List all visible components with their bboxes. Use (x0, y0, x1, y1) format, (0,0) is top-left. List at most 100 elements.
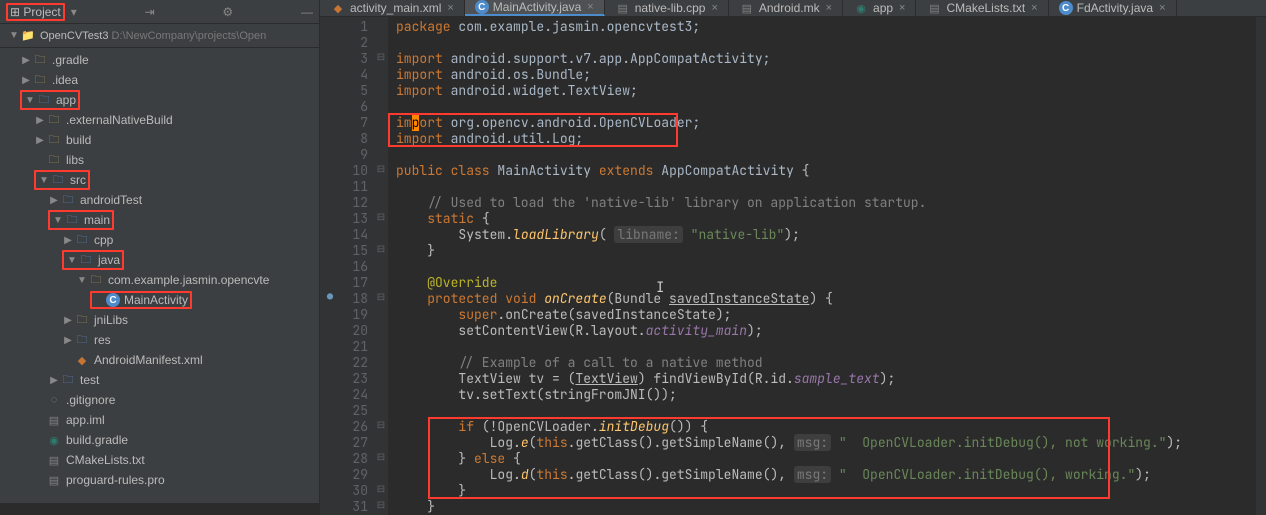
close-icon[interactable]: × (587, 1, 593, 13)
tree-item[interactable]: CMainActivity (0, 290, 319, 310)
tree-item[interactable]: ▶🗀test (0, 370, 319, 390)
code-line[interactable]: // Used to load the 'native-lib' library… (396, 195, 1258, 211)
tree-item[interactable]: ▶🗀res (0, 330, 319, 350)
tree-item[interactable]: ▶🗀androidTest (0, 190, 319, 210)
tree-item[interactable]: ▶🗀.externalNativeBuild (0, 110, 319, 130)
hide-icon[interactable]: — (301, 5, 313, 19)
tree-item[interactable]: ▤proguard-rules.pro (0, 470, 319, 490)
expand-arrow-icon[interactable]: ▶ (48, 195, 60, 206)
tree-item[interactable]: 🗀libs (0, 150, 319, 170)
code-line[interactable]: System.loadLibrary( libname: "native-lib… (396, 227, 1258, 243)
fold-toggle[interactable]: ⊟ (374, 417, 388, 433)
code-line[interactable] (396, 179, 1258, 195)
close-icon[interactable]: × (447, 2, 453, 14)
close-icon[interactable]: × (1159, 2, 1165, 14)
code-area[interactable]: I package com.example.jasmin.opencvtest3… (388, 17, 1266, 515)
fold-toggle[interactable]: ⊟ (374, 497, 388, 513)
expand-arrow-icon[interactable]: ▶ (34, 135, 46, 146)
editor-tab[interactable]: ◆activity_main.xml× (320, 0, 465, 16)
code-line[interactable]: tv.setText(stringFromJNI()); (396, 387, 1258, 403)
code-line[interactable]: } (396, 243, 1258, 259)
code-line[interactable]: import android.support.v7.app.AppCompatA… (396, 51, 1258, 67)
expand-arrow-icon[interactable]: ▼ (66, 255, 78, 266)
code-line[interactable] (396, 147, 1258, 163)
code-line[interactable]: package com.example.jasmin.opencvtest3; (396, 19, 1258, 35)
code-line[interactable]: static { (396, 211, 1258, 227)
close-icon[interactable]: × (899, 2, 905, 14)
editor-tab[interactable]: CMainActivity.java× (465, 0, 605, 16)
expand-arrow-icon[interactable]: ▶ (20, 55, 32, 66)
code-line[interactable]: super.onCreate(savedInstanceState); (396, 307, 1258, 323)
tree-item[interactable]: ◌.gitignore (0, 390, 319, 410)
project-tree[interactable]: ▶🗀.gradle▶🗀.idea▼🗀app▶🗀.externalNativeBu… (0, 48, 319, 503)
tree-item[interactable]: ▼🗀com.example.jasmin.opencvte (0, 270, 319, 290)
expand-arrow-icon[interactable]: ▶ (20, 75, 32, 86)
code-line[interactable]: } else { (396, 451, 1258, 467)
fold-gutter[interactable]: ⊟⊟⊟⊟⊟⊟⊟⊟⊟ (374, 17, 388, 515)
code-line[interactable] (396, 99, 1258, 115)
tree-item[interactable]: ▼🗀app (0, 90, 319, 110)
gear-icon[interactable]: ⚙ (222, 5, 233, 19)
code-line[interactable]: protected void onCreate(Bundle savedInst… (396, 291, 1258, 307)
fold-toggle[interactable]: ⊟ (374, 49, 388, 65)
code-line[interactable] (396, 403, 1258, 419)
tree-item[interactable]: ▶🗀jniLibs (0, 310, 319, 330)
tree-item[interactable]: ▶🗀.idea (0, 70, 319, 90)
project-root-row[interactable]: ▼ 📁 OpenCVTest3 D:\NewCompany\projects\O… (0, 24, 319, 48)
fold-toggle[interactable]: ⊟ (374, 241, 388, 257)
tree-item[interactable]: ▼🗀main (0, 210, 319, 230)
code-line[interactable]: import android.os.Bundle; (396, 67, 1258, 83)
code-line[interactable]: Log.d(this.getClass().getSimpleName(), m… (396, 467, 1258, 483)
expand-arrow-icon[interactable]: ▶ (48, 375, 60, 386)
editor[interactable]: ● 12345678910111213141516171819202122232… (320, 17, 1266, 515)
fold-toggle[interactable]: ⊟ (374, 161, 388, 177)
code-line[interactable]: TextView tv = (TextView) findViewById(R.… (396, 371, 1258, 387)
expand-arrow-icon[interactable]: ▼ (24, 95, 36, 106)
expand-arrow-icon[interactable]: ▼ (8, 30, 20, 41)
code-line[interactable]: setContentView(R.layout.activity_main); (396, 323, 1258, 339)
code-line[interactable] (396, 35, 1258, 51)
code-line[interactable]: } (396, 499, 1258, 515)
tree-item[interactable]: ▶🗀build (0, 130, 319, 150)
editor-tab[interactable]: ▤CMakeLists.txt× (916, 0, 1048, 16)
code-line[interactable]: } (396, 483, 1258, 499)
editor-tab[interactable]: CFdActivity.java× (1049, 0, 1177, 16)
collapse-icon[interactable]: ⇥ (145, 5, 155, 19)
code-line[interactable]: // Example of a call to a native method (396, 355, 1258, 371)
tree-item[interactable]: ▶🗀.gradle (0, 50, 319, 70)
tree-item[interactable]: ▤CMakeLists.txt (0, 450, 319, 470)
expand-arrow-icon[interactable]: ▶ (62, 315, 74, 326)
expand-arrow-icon[interactable]: ▶ (34, 115, 46, 126)
code-line[interactable]: import org.opencv.android.OpenCVLoader; (396, 115, 1258, 131)
tree-item[interactable]: ▼🗀java (0, 250, 319, 270)
close-icon[interactable]: × (826, 2, 832, 14)
editor-tab[interactable]: ▤native-lib.cpp× (605, 0, 729, 16)
expand-arrow-icon[interactable]: ▶ (62, 235, 74, 246)
code-line[interactable]: import android.widget.TextView; (396, 83, 1258, 99)
code-line[interactable] (396, 259, 1258, 275)
override-gutter-icon[interactable]: ● (320, 289, 340, 305)
code-line[interactable]: if (!OpenCVLoader.initDebug()) { (396, 419, 1258, 435)
tree-item[interactable]: ▶🗀cpp (0, 230, 319, 250)
fold-toggle[interactable]: ⊟ (374, 449, 388, 465)
code-line[interactable]: public class MainActivity extends AppCom… (396, 163, 1258, 179)
expand-arrow-icon[interactable]: ▼ (76, 275, 88, 286)
scrollbar[interactable] (1256, 17, 1266, 515)
tree-item[interactable]: ◉build.gradle (0, 430, 319, 450)
expand-arrow-icon[interactable]: ▶ (62, 335, 74, 346)
editor-tab[interactable]: ▤Android.mk× (729, 0, 843, 16)
fold-toggle[interactable]: ⊟ (374, 481, 388, 497)
tree-item[interactable]: ▼🗀src (0, 170, 319, 190)
tree-item[interactable]: ▤app.iml (0, 410, 319, 430)
close-icon[interactable]: × (1031, 2, 1037, 14)
tree-item[interactable]: ◆AndroidManifest.xml (0, 350, 319, 370)
code-line[interactable]: Log.e(this.getClass().getSimpleName(), m… (396, 435, 1258, 451)
chevron-down-icon[interactable]: ▾ (71, 5, 77, 19)
expand-arrow-icon[interactable]: ▼ (38, 175, 50, 186)
close-icon[interactable]: × (711, 2, 717, 14)
fold-toggle[interactable]: ⊟ (374, 209, 388, 225)
code-line[interactable] (396, 339, 1258, 355)
code-line[interactable]: @Override (396, 275, 1258, 291)
fold-toggle[interactable]: ⊟ (374, 289, 388, 305)
code-line[interactable]: import android.util.Log; (396, 131, 1258, 147)
